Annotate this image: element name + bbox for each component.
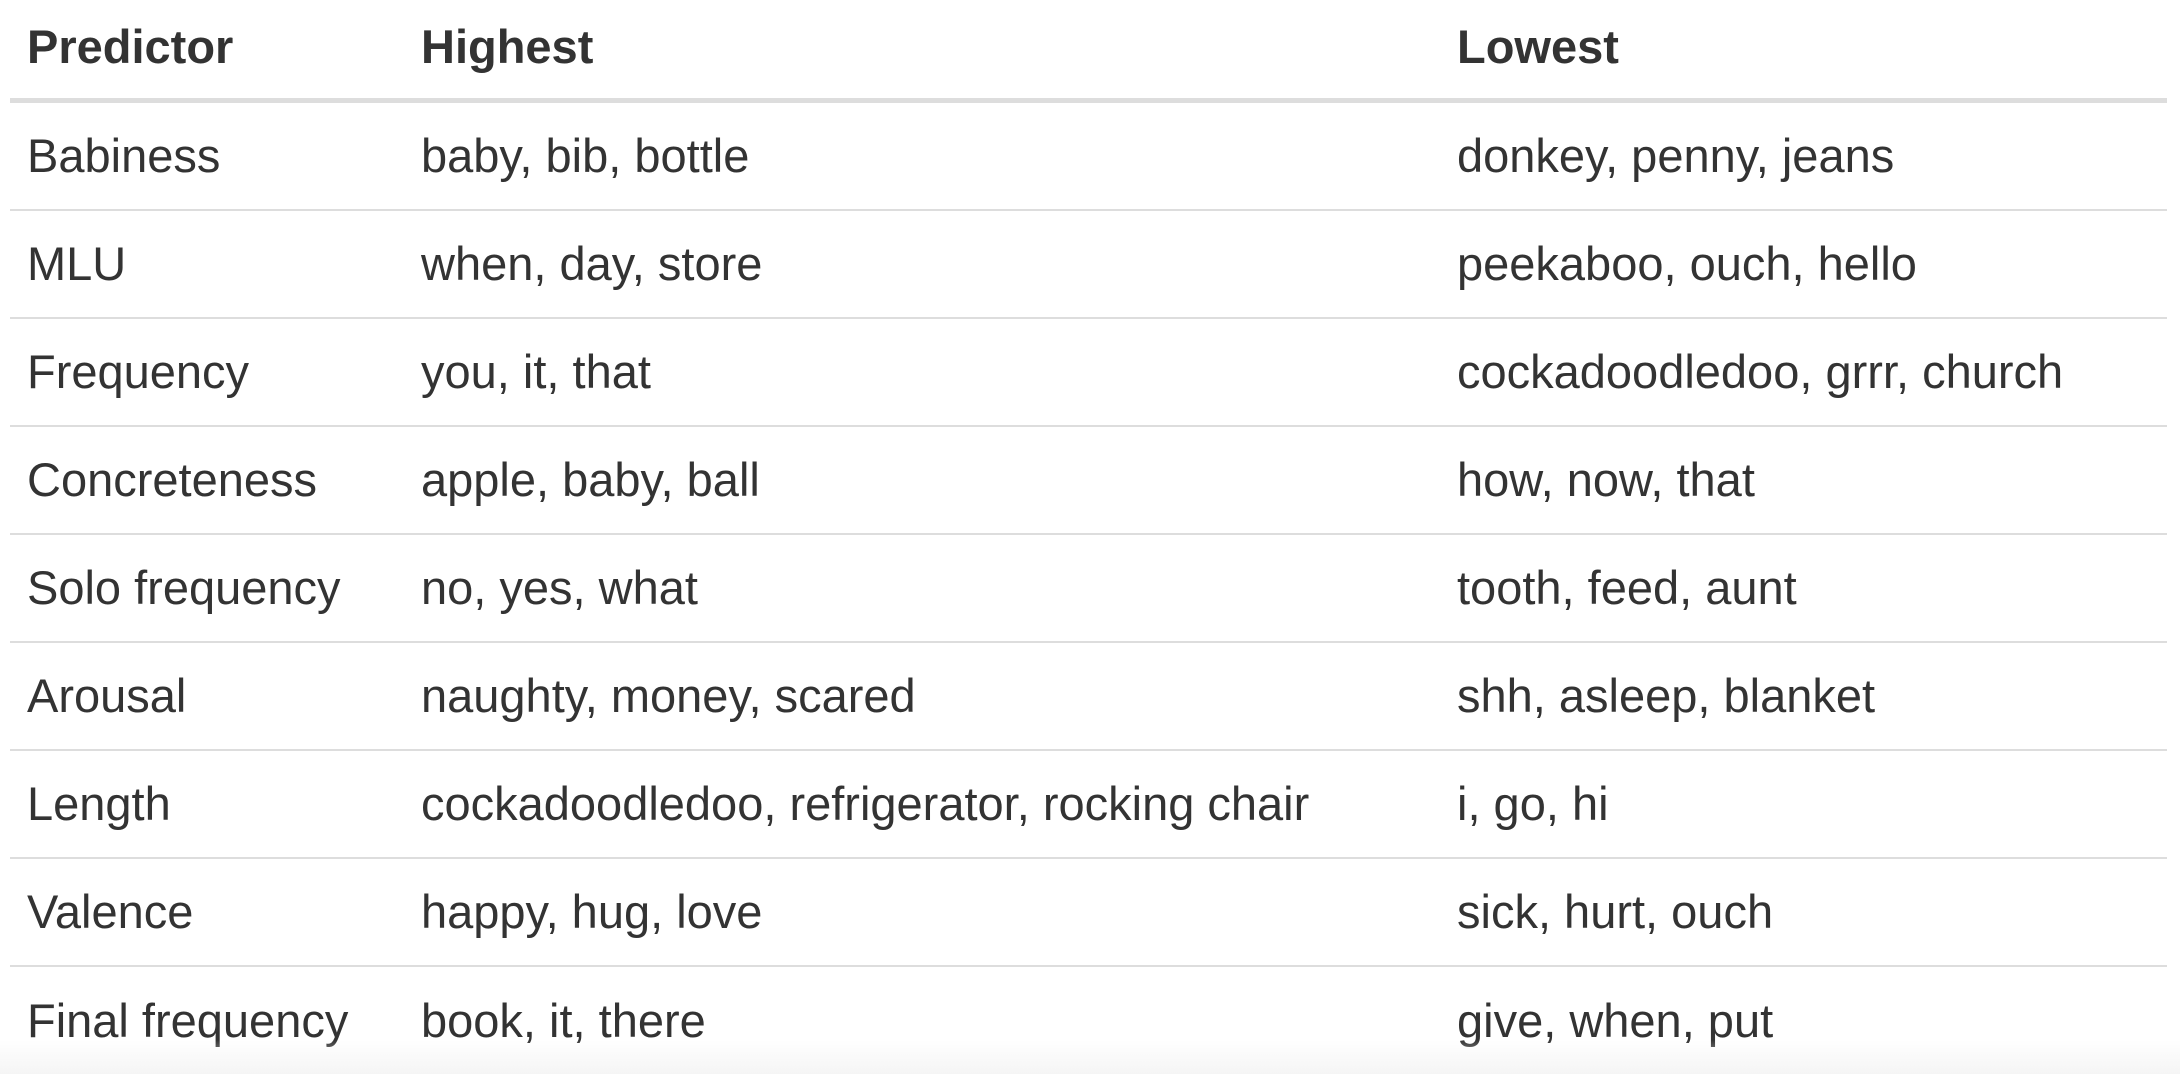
predictor-cell: Arousal bbox=[27, 669, 187, 722]
table-row: Length cockadoodledoo, refrigerator, roc… bbox=[10, 751, 2167, 859]
predictor-cell: Babiness bbox=[27, 129, 221, 182]
header-highest: Highest bbox=[421, 20, 594, 73]
highest-cell: you, it, that bbox=[421, 345, 651, 398]
lowest-cell: peekaboo, ouch, hello bbox=[1457, 237, 1917, 290]
table-row: Concreteness apple, baby, ball how, now,… bbox=[10, 427, 2167, 535]
table-row: Solo frequency no, yes, what tooth, feed… bbox=[10, 535, 2167, 643]
highest-cell: cockadoodledoo, refrigerator, rocking ch… bbox=[421, 777, 1310, 830]
predictor-cell: Valence bbox=[27, 885, 194, 938]
header-predictor: Predictor bbox=[27, 20, 234, 73]
predictor-cell: Concreteness bbox=[27, 453, 317, 506]
highest-cell: when, day, store bbox=[421, 237, 763, 290]
lowest-cell: shh, asleep, blanket bbox=[1457, 669, 1876, 722]
table-header-row: Predictor Highest Lowest bbox=[10, 0, 2167, 103]
highest-cell: baby, bib, bottle bbox=[421, 129, 750, 182]
highest-cell: naughty, money, scared bbox=[421, 669, 916, 722]
highest-cell: happy, hug, love bbox=[421, 885, 763, 938]
lowest-cell: sick, hurt, ouch bbox=[1457, 885, 1774, 938]
predictor-table: Predictor Highest Lowest Babiness baby, … bbox=[10, 0, 2167, 1075]
table-row: Babiness baby, bib, bottle donkey, penny… bbox=[10, 103, 2167, 211]
predictor-cell: Solo frequency bbox=[27, 561, 341, 614]
header-lowest: Lowest bbox=[1457, 20, 1619, 73]
predictor-cell: Frequency bbox=[27, 345, 250, 398]
highest-cell: no, yes, what bbox=[421, 561, 698, 614]
table-row: MLU when, day, store peekaboo, ouch, hel… bbox=[10, 211, 2167, 319]
table-row: Frequency you, it, that cockadoodledoo, … bbox=[10, 319, 2167, 427]
bottom-fade bbox=[0, 1040, 2180, 1074]
lowest-cell: how, now, that bbox=[1457, 453, 1755, 506]
lowest-cell: cockadoodledoo, grrr, church bbox=[1457, 345, 2064, 398]
lowest-cell: i, go, hi bbox=[1457, 777, 1609, 830]
lowest-cell: tooth, feed, aunt bbox=[1457, 561, 1797, 614]
highest-cell: apple, baby, ball bbox=[421, 453, 760, 506]
predictor-cell: MLU bbox=[27, 237, 127, 290]
table-row: Valence happy, hug, love sick, hurt, ouc… bbox=[10, 859, 2167, 967]
lowest-cell: donkey, penny, jeans bbox=[1457, 129, 1895, 182]
predictor-cell: Length bbox=[27, 777, 171, 830]
table-row: Arousal naughty, money, scared shh, asle… bbox=[10, 643, 2167, 751]
